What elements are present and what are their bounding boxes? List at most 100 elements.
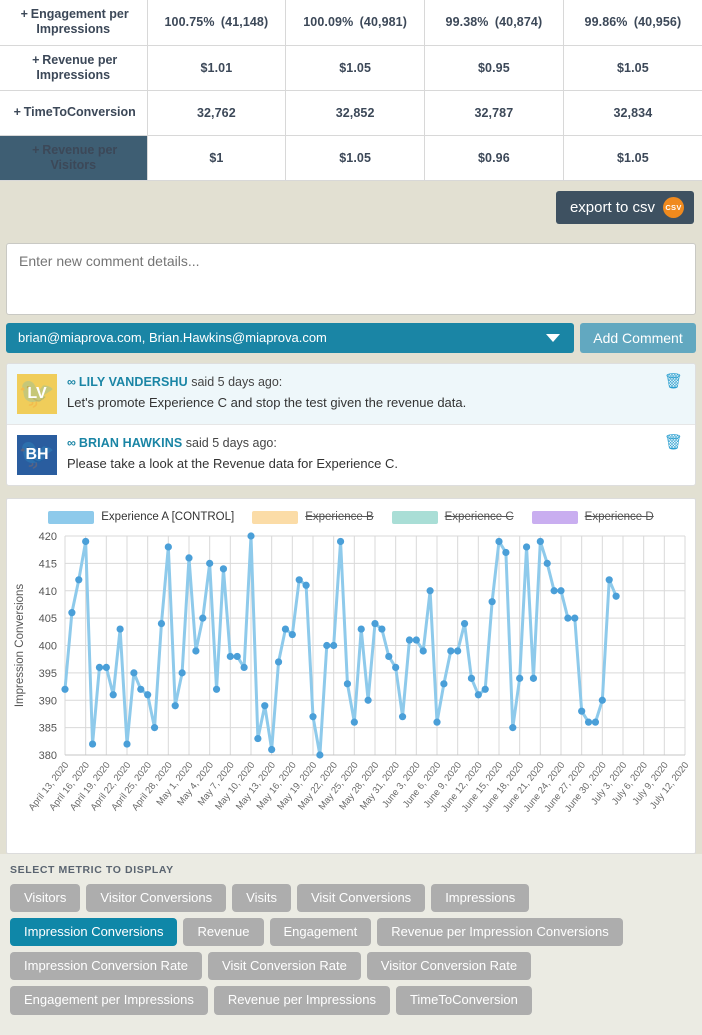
data-point (123, 739, 131, 748)
data-point (584, 718, 593, 726)
data-point (357, 624, 365, 633)
metric-chip-impression-conversion-rate[interactable]: Impression Conversion Rate (10, 952, 203, 981)
metric-chip-revenue[interactable]: Revenue (183, 917, 264, 947)
data-point (130, 668, 138, 676)
metric-chip-visit-conversions[interactable]: Visit Conversions (296, 883, 426, 912)
metric-row-header[interactable]: + TimeToConversion (0, 90, 148, 136)
data-point (550, 586, 558, 594)
data-point (612, 592, 620, 600)
legend-item[interactable]: Experience B (252, 510, 374, 524)
metric-chip-row: Impression Conversions Revenue Engagement R… (10, 917, 692, 947)
data-point (102, 663, 110, 671)
metric-row-header[interactable]: + Revenue per Impressions (0, 45, 148, 91)
metric-chip-revenue-per-impressions[interactable]: Revenue per Impressions (213, 986, 390, 1015)
data-point (343, 679, 352, 687)
metric-cell: $0.95 (424, 45, 564, 91)
metric-chip-impressions[interactable]: Impressions (431, 883, 530, 912)
metric-chip-visit-conversion-rate[interactable]: Visit Conversion Rate (208, 952, 361, 981)
data-point (171, 701, 179, 709)
legend-label: Experience D (584, 511, 654, 523)
data-point (206, 559, 214, 567)
avatar-initials: BH (25, 445, 49, 463)
y-axis-tick-label: 395 (39, 667, 57, 679)
comments-list: 🐦 LV ∞ LILY VANDERSHU said 5 days ago: Let's… (6, 362, 696, 486)
composer-actions-row: brian@miaprova.com, Brian.Hawkins@miapro… (6, 322, 696, 353)
data-point (488, 597, 496, 605)
metric-chip-rows: Visitors Visitor Conversions Visits Visit C… (10, 883, 692, 1015)
expand-icon: + (32, 142, 40, 157)
csv-icon: CSV (663, 196, 684, 218)
recipient-select-value: brian@miaprova.com, Brian.Hawkins@miapro… (18, 330, 327, 345)
data-point (212, 685, 221, 693)
legend-item[interactable]: Experience C (391, 510, 514, 524)
new-comment-input[interactable] (6, 242, 696, 315)
export-to-csv-button[interactable]: export to csv CSV (555, 190, 694, 224)
data-point (440, 679, 448, 687)
metric-cell: $1.05 (285, 45, 425, 91)
metric-cell: 99.38% (40,874) (424, 0, 564, 46)
data-point (543, 559, 551, 567)
data-point (75, 575, 83, 583)
metric-cell: $0.96 (424, 135, 564, 181)
data-point (323, 641, 331, 649)
data-point (350, 718, 358, 726)
data-point (598, 696, 606, 704)
metric-chip-engagement[interactable]: Engagement (269, 917, 372, 947)
data-point (330, 641, 338, 649)
legend-swatch (531, 510, 578, 524)
metric-cell: 32,762 (147, 90, 287, 136)
data-point (371, 619, 379, 627)
data-point (398, 712, 407, 720)
metric-chip-visitors[interactable]: Visitors (10, 883, 81, 912)
data-point (61, 685, 69, 693)
metric-cell: 32,852 (285, 90, 425, 136)
metric-row-header[interactable]: + Revenue per Visitors (0, 135, 148, 181)
metric-row-header[interactable]: + Engagement per Impressions (0, 0, 148, 46)
data-point (109, 690, 117, 698)
y-axis-tick-label: 385 (39, 722, 57, 734)
data-point (233, 652, 241, 660)
metric-chip-engagement-per-impressions[interactable]: Engagement per Impressions (10, 986, 208, 1015)
data-point (302, 581, 310, 589)
data-point (460, 619, 469, 627)
infinity-icon: ∞ (67, 435, 76, 450)
delete-comment-icon[interactable]: 🗑 (664, 435, 683, 450)
infinity-icon: ∞ (67, 374, 76, 389)
metric-chip-row: Visitors Visitor Conversions Visits Visit C… (10, 883, 692, 912)
data-point (364, 696, 372, 704)
metric-cell: $1.01 (147, 45, 287, 91)
recipient-select[interactable]: brian@miaprova.com, Brian.Hawkins@miapro… (6, 322, 574, 353)
metric-chip-visitor-conversions[interactable]: Visitor Conversions (86, 883, 227, 912)
data-point (378, 624, 386, 633)
data-point (219, 564, 228, 572)
data-point (564, 614, 572, 622)
legend-label: Experience C (444, 511, 514, 523)
metric-chip-timetoconversion[interactable]: TimeToConversion (395, 986, 532, 1015)
data-point (385, 652, 393, 660)
data-point (516, 674, 524, 682)
metric-selector: SELECT METRIC TO DISPLAY Visitors Visitor… (0, 853, 702, 1035)
metric-cell: 32,787 (424, 90, 564, 136)
legend-item[interactable]: Experience D (531, 510, 654, 524)
metric-chip-revenue-per-impression-conversions[interactable]: Revenue per Impression Conversions (377, 917, 623, 947)
metric-chip-visitor-conversion-rate[interactable]: Visitor Conversion Rate (366, 952, 532, 981)
comment-item: 🐦 LV ∞ LILY VANDERSHU said 5 days ago: Let's… (7, 363, 695, 425)
delete-comment-icon[interactable]: 🗑 (664, 374, 683, 389)
comment-meta: said 5 days ago: (185, 435, 277, 450)
metric-chip-visits[interactable]: Visits (232, 883, 291, 912)
metric-chip-impression-conversions[interactable]: Impression Conversions (10, 917, 178, 947)
y-axis-tick-label: 405 (39, 613, 57, 625)
add-comment-button[interactable]: Add Comment (580, 322, 696, 353)
legend-item[interactable]: Experience A [CONTROL] (48, 510, 234, 524)
metric-row-label: Engagement per Impressions (30, 7, 129, 37)
data-point (392, 663, 400, 671)
data-point (433, 718, 441, 726)
metric-cell: 100.09% (40,981) (285, 0, 425, 46)
expand-icon: + (32, 52, 40, 67)
data-point (88, 739, 97, 748)
metric-cell: 99.86% (40,956) (563, 0, 702, 46)
metric-row-label: Revenue per Impressions (36, 52, 118, 82)
data-point (274, 657, 283, 666)
comment-text: Let's promote Experience C and stop the … (67, 394, 467, 410)
metric-cell: $1 (147, 135, 287, 181)
